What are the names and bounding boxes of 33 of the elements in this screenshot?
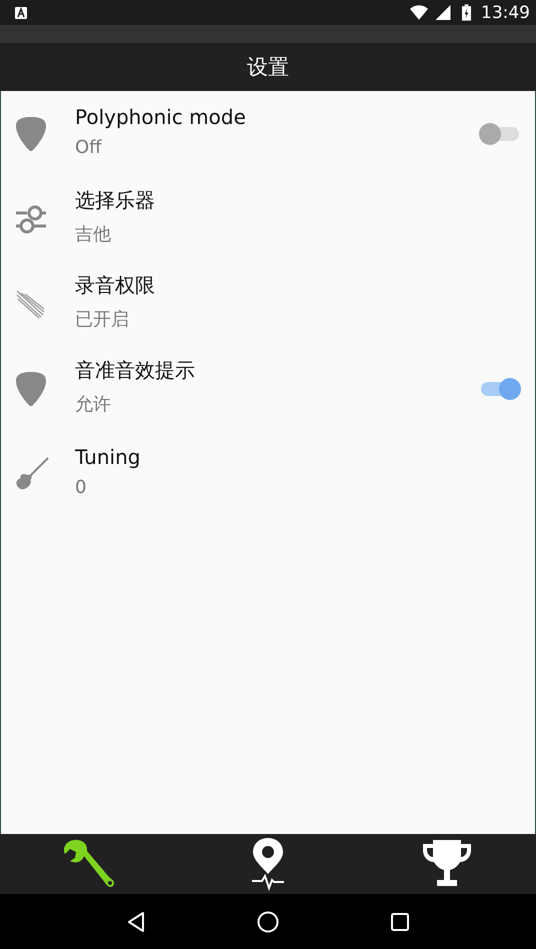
toggle-switch[interactable] (479, 376, 521, 402)
page-title: 设置 (247, 54, 289, 81)
settings-row[interactable]: 选择乐器 吉他 (1, 176, 535, 261)
strings-icon (15, 288, 45, 318)
status-time: 13:49 (481, 2, 530, 22)
settings-row[interactable]: Tuning 0 (1, 431, 535, 516)
setting-title: 音准音效提示 (75, 357, 196, 384)
setting-summary: 已开启 (75, 308, 130, 331)
home-icon[interactable] (256, 910, 279, 932)
battery-icon (462, 4, 471, 21)
guitar-pick-icon (15, 370, 47, 406)
setting-summary: 吉他 (75, 223, 112, 246)
recents-icon[interactable] (390, 912, 410, 932)
signal-icon (434, 5, 452, 20)
setting-title: Polyphonic mode (75, 105, 247, 129)
toggle-switch[interactable] (479, 120, 521, 146)
settings-row[interactable]: 录音权限 已开启 (1, 261, 535, 346)
setting-summary: 0 (75, 477, 88, 498)
back-icon[interactable] (126, 910, 146, 932)
wrench-icon (62, 838, 116, 890)
wifi-icon (410, 5, 428, 20)
sliders-icon (15, 202, 47, 234)
guitar-icon (15, 456, 49, 490)
setting-summary: Off (75, 137, 103, 158)
setting-title: 录音权限 (75, 272, 156, 299)
settings-row[interactable]: Polyphonic mode Off (1, 91, 535, 176)
location-pin-icon (250, 836, 286, 892)
setting-summary: 允许 (75, 393, 112, 416)
guitar-pick-icon (15, 116, 47, 152)
setting-title: 选择乐器 (75, 187, 156, 214)
setting-title: Tuning (75, 445, 142, 469)
notification-icon (15, 6, 27, 18)
settings-row[interactable]: 音准音效提示 允许 (1, 346, 535, 431)
